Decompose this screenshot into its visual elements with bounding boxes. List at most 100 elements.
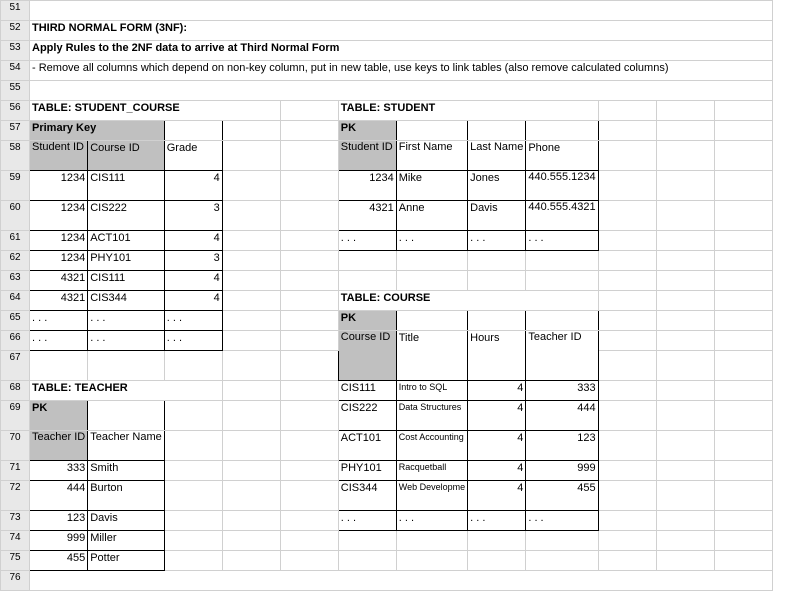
cell[interactable]	[30, 351, 88, 381]
cell[interactable]	[598, 381, 656, 401]
cell[interactable]	[280, 511, 338, 531]
col-hdr[interactable]: Hours	[468, 331, 526, 381]
cell[interactable]: 1234	[30, 201, 88, 231]
cell[interactable]	[714, 141, 772, 171]
cell[interactable]	[222, 531, 280, 551]
row-header[interactable]: 57	[1, 121, 30, 141]
cell[interactable]	[656, 121, 714, 141]
title-course[interactable]: TABLE: COURSE	[338, 291, 598, 311]
cell[interactable]	[164, 461, 222, 481]
cell[interactable]	[280, 171, 338, 201]
pk-label[interactable]: Primary Key	[30, 121, 165, 141]
cell[interactable]: 123	[30, 511, 88, 531]
cell[interactable]: CIS222	[88, 201, 165, 231]
cell[interactable]: CIS111	[88, 271, 165, 291]
cell[interactable]	[164, 431, 222, 461]
row-header[interactable]: 65	[1, 311, 30, 331]
row-header[interactable]: 58	[1, 141, 30, 171]
cell[interactable]: . . .	[396, 511, 467, 531]
cell[interactable]	[714, 351, 772, 381]
cell[interactable]	[222, 351, 280, 381]
cell[interactable]	[164, 351, 222, 381]
pk-label[interactable]: PK	[338, 121, 396, 141]
cell[interactable]: . . .	[30, 331, 88, 351]
cell[interactable]	[222, 551, 280, 571]
cell[interactable]: PHY101	[88, 251, 165, 271]
cell[interactable]: 4	[468, 431, 526, 461]
cell[interactable]	[656, 201, 714, 231]
cell[interactable]	[656, 381, 714, 401]
cell[interactable]	[656, 291, 714, 311]
cell[interactable]: Burton	[88, 481, 165, 511]
col-hdr[interactable]: Course ID	[88, 141, 165, 171]
cell[interactable]	[88, 401, 165, 431]
cell[interactable]: Miller	[88, 531, 165, 551]
cell[interactable]: 4	[468, 401, 526, 431]
cell[interactable]	[468, 551, 526, 571]
cell[interactable]: 444	[30, 481, 88, 511]
col-hdr[interactable]: Student ID	[30, 141, 88, 171]
row-header[interactable]: 67	[1, 351, 30, 381]
cell[interactable]: Davis	[88, 511, 165, 531]
cell[interactable]	[222, 311, 280, 331]
cell[interactable]	[222, 331, 280, 351]
cell[interactable]	[30, 1, 773, 21]
row-header[interactable]: 60	[1, 201, 30, 231]
cell[interactable]	[714, 251, 772, 271]
cell[interactable]: 333	[526, 381, 598, 401]
cell[interactable]: 4	[468, 381, 526, 401]
cell[interactable]: 999	[30, 531, 88, 551]
cell[interactable]	[656, 511, 714, 531]
row-header[interactable]: 62	[1, 251, 30, 271]
col-hdr[interactable]: Teacher Name	[88, 431, 165, 461]
cell[interactable]	[598, 461, 656, 481]
cell[interactable]: Anne	[396, 201, 467, 231]
cell[interactable]: . . .	[30, 311, 88, 331]
title-student[interactable]: TABLE: STUDENT	[338, 101, 598, 121]
cell[interactable]	[714, 271, 772, 291]
cell[interactable]: . . .	[338, 511, 396, 531]
cell[interactable]: Cost Accounting	[396, 431, 467, 461]
cell[interactable]: 440.555.4321	[526, 201, 598, 231]
cell[interactable]: . . .	[526, 511, 598, 531]
cell[interactable]: 440.555.1234	[526, 171, 598, 201]
cell[interactable]: 1234	[30, 231, 88, 251]
cell[interactable]: . . .	[468, 231, 526, 251]
row-header[interactable]: 52	[1, 21, 30, 41]
row-header[interactable]: 70	[1, 431, 30, 461]
col-hdr[interactable]: Teacher ID	[30, 431, 88, 461]
cell[interactable]	[656, 551, 714, 571]
cell[interactable]	[714, 431, 772, 461]
cell[interactable]	[164, 401, 222, 431]
cell[interactable]	[468, 121, 526, 141]
row-header[interactable]: 72	[1, 481, 30, 511]
cell[interactable]: CIS111	[88, 171, 165, 201]
cell[interactable]: 1234	[30, 171, 88, 201]
cell[interactable]	[714, 201, 772, 231]
title-teacher[interactable]: TABLE: TEACHER	[30, 381, 223, 401]
cell[interactable]	[222, 141, 280, 171]
cell[interactable]	[396, 271, 467, 291]
cell[interactable]	[526, 251, 598, 271]
cell[interactable]	[396, 311, 467, 331]
cell[interactable]	[280, 431, 338, 461]
cell[interactable]	[222, 291, 280, 311]
cell[interactable]	[598, 291, 656, 311]
cell[interactable]	[280, 141, 338, 171]
cell[interactable]	[656, 101, 714, 121]
cell[interactable]: 1234	[338, 171, 396, 201]
cell[interactable]	[714, 481, 772, 511]
cell[interactable]	[280, 121, 338, 141]
cell[interactable]	[280, 331, 338, 351]
cell[interactable]: Web Developme	[396, 481, 467, 511]
heading-3nf[interactable]: THIRD NORMAL FORM (3NF):	[30, 21, 773, 41]
cell[interactable]	[280, 291, 338, 311]
cell[interactable]: 4	[468, 461, 526, 481]
col-hdr[interactable]: Phone	[526, 141, 598, 171]
cell[interactable]: CIS111	[338, 381, 396, 401]
cell[interactable]	[526, 311, 598, 331]
cell[interactable]: . . .	[396, 231, 467, 251]
cell[interactable]	[714, 551, 772, 571]
cell[interactable]	[656, 251, 714, 271]
cell[interactable]	[598, 531, 656, 551]
